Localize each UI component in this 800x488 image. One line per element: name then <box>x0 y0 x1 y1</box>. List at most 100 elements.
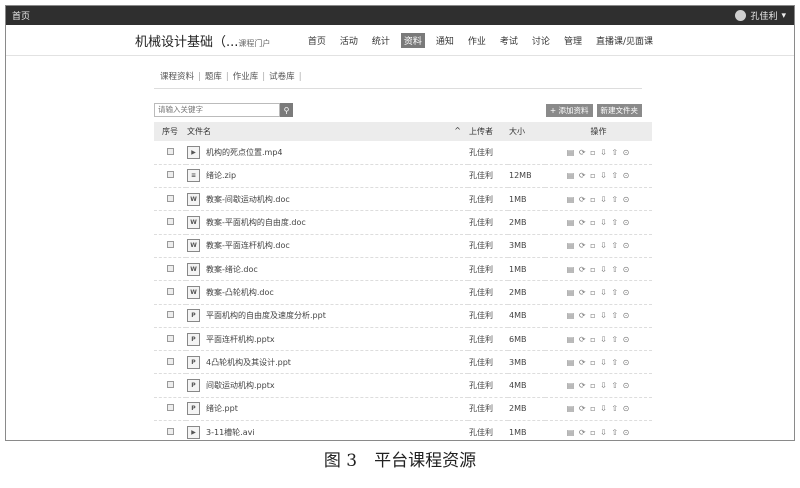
row-checkbox[interactable] <box>154 164 186 187</box>
row-checkbox[interactable] <box>154 257 186 280</box>
checkbox[interactable] <box>166 404 174 412</box>
rename-icon[interactable]: ▤ <box>567 171 576 180</box>
more-icon[interactable]: ⊙ <box>623 404 631 413</box>
file-name[interactable]: 平面连杆机构.pptx <box>206 335 275 344</box>
share-icon[interactable]: ⟳ <box>579 171 587 180</box>
file-cell[interactable]: ≡ 绪论.zip <box>186 164 468 187</box>
table-row[interactable]: P 绪论.ppt 孔佳利 2MB ▤ ⟳ ▫ ⇩ ⇧ ⊙ <box>154 397 652 421</box>
new-folder-button[interactable]: 新建文件夹 <box>596 103 642 117</box>
move-up-icon[interactable]: ⇧ <box>611 195 619 204</box>
move-up-icon[interactable]: ⇧ <box>611 171 619 180</box>
move-up-icon[interactable]: ⇧ <box>611 381 619 390</box>
checkbox[interactable] <box>166 264 174 272</box>
delete-icon[interactable]: ▫ <box>590 288 596 297</box>
rename-icon[interactable]: ▤ <box>567 358 576 367</box>
share-icon[interactable]: ⟳ <box>579 311 587 320</box>
file-cell[interactable]: W 教案-绪论.doc <box>186 257 468 280</box>
share-icon[interactable]: ⟳ <box>579 148 587 157</box>
file-cell[interactable]: P 平面机构的自由度及速度分析.ppt <box>186 304 468 327</box>
file-name[interactable]: 教案-绪论.doc <box>206 265 258 274</box>
file-cell[interactable]: P 平面连杆机构.pptx <box>186 327 468 350</box>
more-icon[interactable]: ⊙ <box>623 241 631 250</box>
more-icon[interactable]: ⊙ <box>623 311 631 320</box>
table-row[interactable]: W 教案-间歇运动机构.doc 孔佳利 1MB ▤ ⟳ ▫ ⇩ ⇧ ⊙ <box>154 188 652 211</box>
row-checkbox[interactable] <box>154 421 186 440</box>
nav-item[interactable]: 资料 <box>400 32 425 48</box>
table-row[interactable]: ≡ 绪论.zip 孔佳利 12MB ▤ ⟳ ▫ ⇩ ⇧ ⊙ <box>154 164 652 188</box>
table-row[interactable]: W 教案-平面连杆机构.doc 孔佳利 3MB ▤ ⟳ ▫ ⇩ ⇧ ⊙ <box>154 234 652 258</box>
share-icon[interactable]: ⟳ <box>579 241 587 250</box>
move-down-icon[interactable]: ⇩ <box>600 218 608 227</box>
table-row[interactable]: W 教案-凸轮机构.doc 孔佳利 2MB ▤ ⟳ ▫ ⇩ ⇧ ⊙ <box>154 281 652 305</box>
move-down-icon[interactable]: ⇩ <box>600 335 608 344</box>
file-cell[interactable]: W 教案-平面机构的自由度.doc <box>186 211 468 234</box>
more-icon[interactable]: ⊙ <box>623 171 631 180</box>
share-icon[interactable]: ⟳ <box>579 358 587 367</box>
delete-icon[interactable]: ▫ <box>590 428 596 437</box>
file-name[interactable]: 平面机构的自由度及速度分析.ppt <box>206 311 326 320</box>
file-cell[interactable]: ▶ 机构的死点位置.mp4 <box>186 141 468 164</box>
share-icon[interactable]: ⟳ <box>579 288 587 297</box>
chevron-up-icon[interactable]: ^ <box>454 126 461 135</box>
rename-icon[interactable]: ▤ <box>567 218 576 227</box>
move-up-icon[interactable]: ⇧ <box>611 404 619 413</box>
more-icon[interactable]: ⊙ <box>623 195 631 204</box>
row-checkbox[interactable] <box>154 234 186 257</box>
nav-item[interactable]: 活动 <box>337 33 361 48</box>
nav-item[interactable]: 直播课/见面课 <box>593 33 656 48</box>
file-name[interactable]: 4凸轮机构及其设计.ppt <box>206 358 291 367</box>
file-cell[interactable]: W 教案-平面连杆机构.doc <box>186 234 468 257</box>
share-icon[interactable]: ⟳ <box>579 381 587 390</box>
row-checkbox[interactable] <box>154 141 186 164</box>
move-down-icon[interactable]: ⇩ <box>600 404 608 413</box>
file-name[interactable]: 绪论.ppt <box>206 404 238 413</box>
rename-icon[interactable]: ▤ <box>567 288 576 297</box>
move-up-icon[interactable]: ⇧ <box>611 148 619 157</box>
move-down-icon[interactable]: ⇩ <box>600 171 608 180</box>
table-row[interactable]: P 平面连杆机构.pptx 孔佳利 6MB ▤ ⟳ ▫ ⇩ ⇧ ⊙ <box>154 327 652 351</box>
delete-icon[interactable]: ▫ <box>590 241 596 250</box>
more-icon[interactable]: ⊙ <box>623 288 631 297</box>
delete-icon[interactable]: ▫ <box>590 358 596 367</box>
table-row[interactable]: P 平面机构的自由度及速度分析.ppt 孔佳利 4MB ▤ ⟳ ▫ ⇩ ⇧ ⊙ <box>154 304 652 328</box>
move-up-icon[interactable]: ⇧ <box>611 241 619 250</box>
delete-icon[interactable]: ▫ <box>590 404 596 413</box>
move-down-icon[interactable]: ⇩ <box>600 358 608 367</box>
delete-icon[interactable]: ▫ <box>590 265 596 274</box>
rename-icon[interactable]: ▤ <box>567 335 576 344</box>
file-cell[interactable]: W 教案-凸轮机构.doc <box>186 281 468 304</box>
row-checkbox[interactable] <box>154 397 186 420</box>
table-row[interactable]: P 间歇运动机构.pptx 孔佳利 4MB ▤ ⟳ ▫ ⇩ ⇧ ⊙ <box>154 374 652 398</box>
subtab[interactable]: 题库 <box>205 72 222 82</box>
rename-icon[interactable]: ▤ <box>567 148 576 157</box>
subtab[interactable]: 作业库 <box>233 72 259 82</box>
file-cell[interactable]: P 间歇运动机构.pptx <box>186 374 468 397</box>
rename-icon[interactable]: ▤ <box>567 404 576 413</box>
file-name[interactable]: 机构的死点位置.mp4 <box>206 148 283 157</box>
subtab[interactable]: 课程资料 <box>160 72 194 82</box>
rename-icon[interactable]: ▤ <box>567 195 576 204</box>
file-name[interactable]: 绪论.zip <box>206 171 236 180</box>
file-cell[interactable]: P 绪论.ppt <box>186 397 468 420</box>
checkbox[interactable] <box>166 287 174 295</box>
file-cell[interactable]: W 教案-间歇运动机构.doc <box>186 188 468 211</box>
subtab[interactable]: 试卷库 <box>269 72 295 82</box>
user-menu[interactable]: 孔佳利 ▾ <box>735 9 786 22</box>
more-icon[interactable]: ⊙ <box>623 335 631 344</box>
delete-icon[interactable]: ▫ <box>590 335 596 344</box>
move-up-icon[interactable]: ⇧ <box>611 288 619 297</box>
more-icon[interactable]: ⊙ <box>623 358 631 367</box>
checkbox[interactable] <box>166 427 174 435</box>
more-icon[interactable]: ⊙ <box>623 265 631 274</box>
table-row[interactable]: ▶ 机构的死点位置.mp4 孔佳利 ▤ ⟳ ▫ ⇩ ⇧ ⊙ <box>154 141 652 165</box>
share-icon[interactable]: ⟳ <box>579 404 587 413</box>
more-icon[interactable]: ⊙ <box>623 381 631 390</box>
row-checkbox[interactable] <box>154 351 186 374</box>
search-input[interactable] <box>154 103 280 117</box>
delete-icon[interactable]: ▫ <box>590 381 596 390</box>
move-down-icon[interactable]: ⇩ <box>600 428 608 437</box>
checkbox[interactable] <box>166 194 174 202</box>
nav-item[interactable]: 讨论 <box>529 33 553 48</box>
nav-item[interactable]: 统计 <box>369 33 393 48</box>
move-down-icon[interactable]: ⇩ <box>600 311 608 320</box>
